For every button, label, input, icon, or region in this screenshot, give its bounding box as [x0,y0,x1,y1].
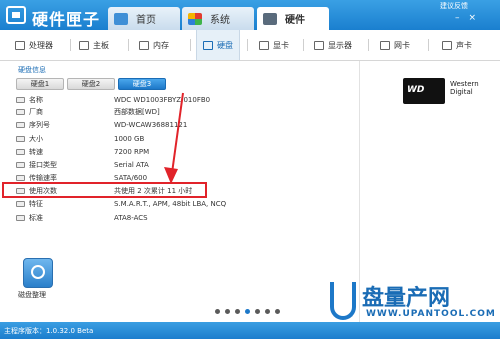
divider [428,39,429,51]
windows-icon [188,12,202,25]
disk-defrag-label: 磁盘整理 [18,291,46,299]
pager-dot-active[interactable] [245,309,250,314]
pager-dot[interactable] [225,309,230,314]
subnav-label: 声卡 [456,40,472,50]
memory-icon [139,40,149,50]
cpu-icon [15,40,25,50]
tab-home-label: 首页 [136,15,156,26]
subnav-item-memory[interactable]: 内存 [139,30,169,60]
subnav-item-network[interactable]: 网卡 [380,30,410,60]
motherboard-icon [79,40,89,50]
subnav-item-motherboard[interactable]: 主板 [79,30,109,60]
hardware-subnav: 处理器 主板 内存 硬盘 显卡 显示器 网卡 声卡 [0,30,500,61]
pager-dot[interactable] [215,309,220,314]
divider [303,39,304,51]
subnav-label: 内存 [153,40,169,50]
tab-system[interactable]: 系统 [182,7,254,30]
divider [70,39,71,51]
subnav-label: 硬盘 [217,40,233,50]
monitor-icon [314,40,324,50]
network-icon [380,40,390,50]
feedback-link[interactable]: 建议反馈 [440,1,468,11]
tab-hardware-label: 硬件 [285,15,305,26]
subnav-item-cpu[interactable]: 处理器 [15,30,53,60]
pager-dots [215,309,280,314]
annotation-arrow [164,92,184,184]
tab-system-label: 系统 [210,15,230,26]
app-title: 硬件匣子 [32,10,101,29]
minimize-icon[interactable]: – [455,13,469,23]
subnav-item-sound[interactable]: 声卡 [442,30,472,60]
pager-dot[interactable] [275,309,280,314]
hardware-icon [263,12,277,25]
subnav-label: 处理器 [29,40,53,50]
subnav-label: 显示器 [328,40,352,50]
tab-home[interactable]: 首页 [108,7,180,30]
disk-info-panel: 硬盘信息 硬盘1 硬盘2 硬盘3 名称 WDC WD1003FBYZ-010FB… [0,61,360,322]
gpu-icon [259,40,269,50]
title-bar: 硬件匣子 首页 系统 硬件 建议反馈 –× [0,0,500,30]
divider [190,39,191,51]
subnav-item-monitor[interactable]: 显示器 [314,30,352,60]
home-icon [114,12,128,25]
version-text: 主程序版本：1.0.32.0 Beta [4,327,94,335]
subnav-label: 主板 [93,40,109,50]
pager-dot[interactable] [255,309,260,314]
app-logo-icon [6,6,26,24]
brand-line-1: Western [450,80,479,88]
window-controls: –× [455,13,485,23]
divider [247,39,248,51]
sound-icon [442,40,452,50]
disk-defrag-icon[interactable] [23,258,53,288]
subnav-label: 网卡 [394,40,410,50]
divider [368,39,369,51]
subnav-label: 显卡 [273,40,289,50]
subnav-item-harddisk[interactable]: 硬盘 [196,30,240,60]
subnav-item-gpu[interactable]: 显卡 [259,30,289,60]
brand-line-2: Digital [450,88,473,96]
wd-logo-icon [403,78,445,104]
watermark-url: WWW.UPANTOOL.COM [366,309,496,319]
brand-name: Western Digital [450,80,479,96]
harddisk-icon [203,40,213,50]
pager-dot[interactable] [235,309,240,314]
watermark-text: 盘量产网 [362,286,451,311]
pager-dot[interactable] [265,309,270,314]
watermark-u-icon [330,282,356,320]
tab-hardware[interactable]: 硬件 [257,7,329,30]
status-bar: 主程序版本：1.0.32.0 Beta [0,322,500,339]
divider [128,39,129,51]
close-icon[interactable]: × [469,13,486,23]
